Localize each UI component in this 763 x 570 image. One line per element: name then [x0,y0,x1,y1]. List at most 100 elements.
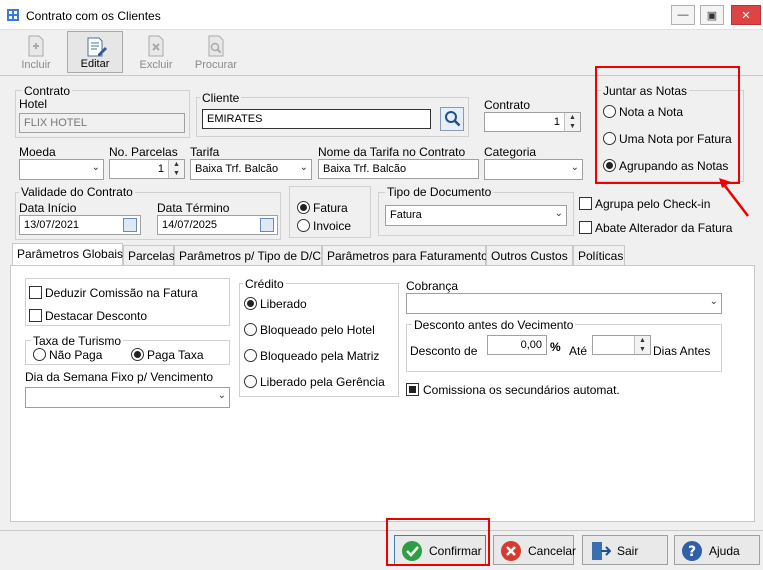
tarifa-label: Tarifa [190,145,220,159]
search-document-icon [208,35,224,57]
parcelas-label: No. Parcelas [109,145,178,159]
destacar-desconto-checkbox[interactable] [29,309,42,322]
editar-button[interactable]: Editar [67,31,123,73]
nao-paga-label: Não Paga [49,348,103,362]
agrupa-checkin-checkbox[interactable] [579,197,592,210]
liberado-gerencia-label: Liberado pela Gerência [260,375,385,389]
contrato-group-title: Contrato [22,84,73,98]
cancel-icon [501,541,521,561]
cliente-search-button[interactable] [440,107,464,131]
spin-arrows-icon[interactable]: ▲ ▼ [634,336,650,354]
fatura-radio[interactable] [297,201,310,214]
search-icon [445,111,461,127]
minimize-button[interactable]: — [671,5,695,25]
tipo-documento-select[interactable]: Fatura ⌄ [385,205,567,226]
new-document-icon [28,35,44,57]
close-button[interactable]: ✕ [731,5,761,25]
sair-button[interactable]: Sair [582,535,668,565]
nome-tarifa-label: Nome da Tarifa no Contrato [318,145,466,159]
svg-text:?: ? [688,544,696,560]
help-icon: ? [682,541,702,561]
tab-politicas[interactable]: Políticas [573,245,625,265]
tab-parametros-faturamento[interactable]: Parâmetros para Faturamento [322,245,488,265]
bloqueado-matriz-radio[interactable] [244,349,257,362]
liberado-label: Liberado [260,297,307,311]
spin-arrows-icon[interactable]: ▲ ▼ [168,160,184,178]
deduzir-comissao-checkbox[interactable] [29,286,42,299]
maximize-button[interactable]: ▣ [700,5,724,25]
tab-parametros-tipo-dc[interactable]: Parâmetros p/ Tipo de D/C [174,245,322,265]
paga-taxa-label: Paga Taxa [147,348,204,362]
spin-arrows-icon[interactable]: ▲ ▼ [564,113,580,131]
bloqueado-hotel-radio[interactable] [244,323,257,336]
data-inicio-label: Data Início [19,201,77,215]
calendar-icon[interactable] [260,218,274,232]
bloqueado-hotel-label: Bloqueado pelo Hotel [260,323,375,337]
highlight-box [386,518,490,566]
chevron-down-icon: ⌄ [91,162,100,173]
cliente-label: Cliente [200,91,242,105]
highlight-box [595,66,740,184]
incluir-button[interactable]: Incluir [8,31,64,73]
comissiona-label: Comissiona os secundários automat. [423,383,620,397]
moeda-select[interactable]: ⌄ [19,159,104,180]
contrato-number-stepper[interactable]: 1 ▲ ▼ [484,112,581,132]
categoria-label: Categoria [484,145,537,159]
exit-door-icon [592,542,611,560]
chevron-down-icon: ⌄ [554,208,563,219]
comissiona-checkbox[interactable] [406,383,419,396]
liberado-gerencia-radio[interactable] [244,375,257,388]
liberado-radio[interactable] [244,297,257,310]
contrato-number-label: Contrato [484,98,531,112]
ajuda-button[interactable]: ? Ajuda [674,535,760,565]
paga-taxa-radio[interactable] [131,348,144,361]
data-inicio-field[interactable]: 13/07/2021 [19,215,141,235]
dia-semana-label: Dia da Semana Fixo p/ Vencimento [25,370,214,384]
nao-paga-radio[interactable] [33,348,46,361]
bloqueado-matriz-label: Bloqueado pela Matriz [260,349,380,363]
delete-icon [148,35,164,57]
dias-stepper[interactable]: ▲ ▼ [592,335,651,355]
excluir-button[interactable]: Excluir [128,31,184,73]
nome-tarifa-field[interactable]: Baixa Trf. Balcão [318,159,479,179]
taxa-turismo-title: Taxa de Turismo [31,334,124,348]
data-termino-label: Data Término [157,201,230,215]
edit-icon [87,37,107,57]
cancelar-button[interactable]: Cancelar [493,535,576,565]
chevron-down-icon: ⌄ [217,390,226,401]
tab-parcelas[interactable]: Parcelas [123,245,175,265]
tab-outros-custos[interactable]: Outros Custos [486,245,573,265]
fatura-label: Fatura [313,201,348,215]
red-arrow-icon [719,178,749,217]
percent-label: % [550,340,561,354]
hotel-label: Hotel [19,97,48,111]
window-title: Contrato com os Clientes [26,9,161,23]
validade-title: Validade do Contrato [19,185,135,199]
abate-alterador-label: Abate Alterador da Fatura [595,221,733,235]
agrupa-checkin-label: Agrupa pelo Check-in [595,197,711,211]
tarifa-select[interactable]: Baixa Trf. Balcão ⌄ [190,159,312,180]
desconto-title: Desconto antes do Vecimento [412,318,576,332]
hotel-field[interactable]: FLIX HOTEL [19,113,185,133]
parcelas-stepper[interactable]: 1 ▲ ▼ [109,159,185,179]
procurar-button[interactable]: Procurar [188,31,244,73]
data-termino-field[interactable]: 14/07/2025 [157,215,278,235]
credito-title: Crédito [243,277,286,291]
categoria-select[interactable]: ⌄ [484,159,583,180]
desconto-de-label: Desconto de [410,344,478,358]
chevron-down-icon: ⌄ [709,296,718,307]
abate-alterador-checkbox[interactable] [579,221,592,234]
cobranca-select[interactable]: ⌄ [406,293,722,314]
destacar-desconto-label: Destacar Desconto [45,309,148,323]
cliente-field[interactable]: EMIRATES [202,109,431,129]
tab-parametros-globais[interactable]: Parâmetros Globais [12,243,123,266]
dia-semana-select[interactable]: ⌄ [25,387,230,408]
ate-label: Até [569,344,588,358]
dias-antes-label: Dias Antes [653,344,711,358]
invoice-radio[interactable] [297,219,310,232]
app-icon [7,9,19,21]
calendar-icon[interactable] [123,218,137,232]
desconto-field[interactable]: 0,00 [487,335,547,355]
tipo-documento-title: Tipo de Documento [385,185,494,199]
footer-divider [0,530,763,531]
